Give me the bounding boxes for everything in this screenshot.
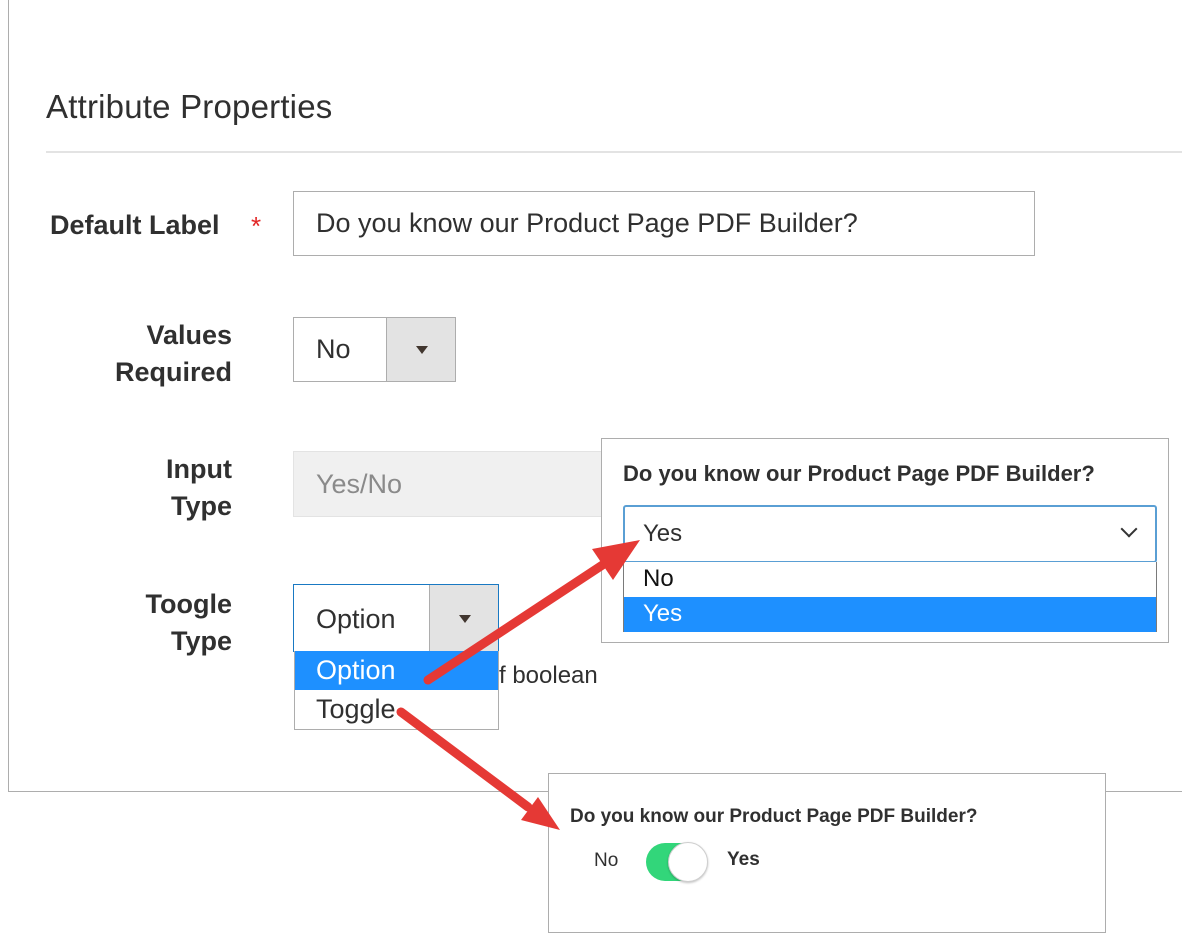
arrow-to-toggle-preview [396,707,560,830]
annotation-arrows [396,540,640,830]
arrow-to-option-preview [423,540,640,685]
